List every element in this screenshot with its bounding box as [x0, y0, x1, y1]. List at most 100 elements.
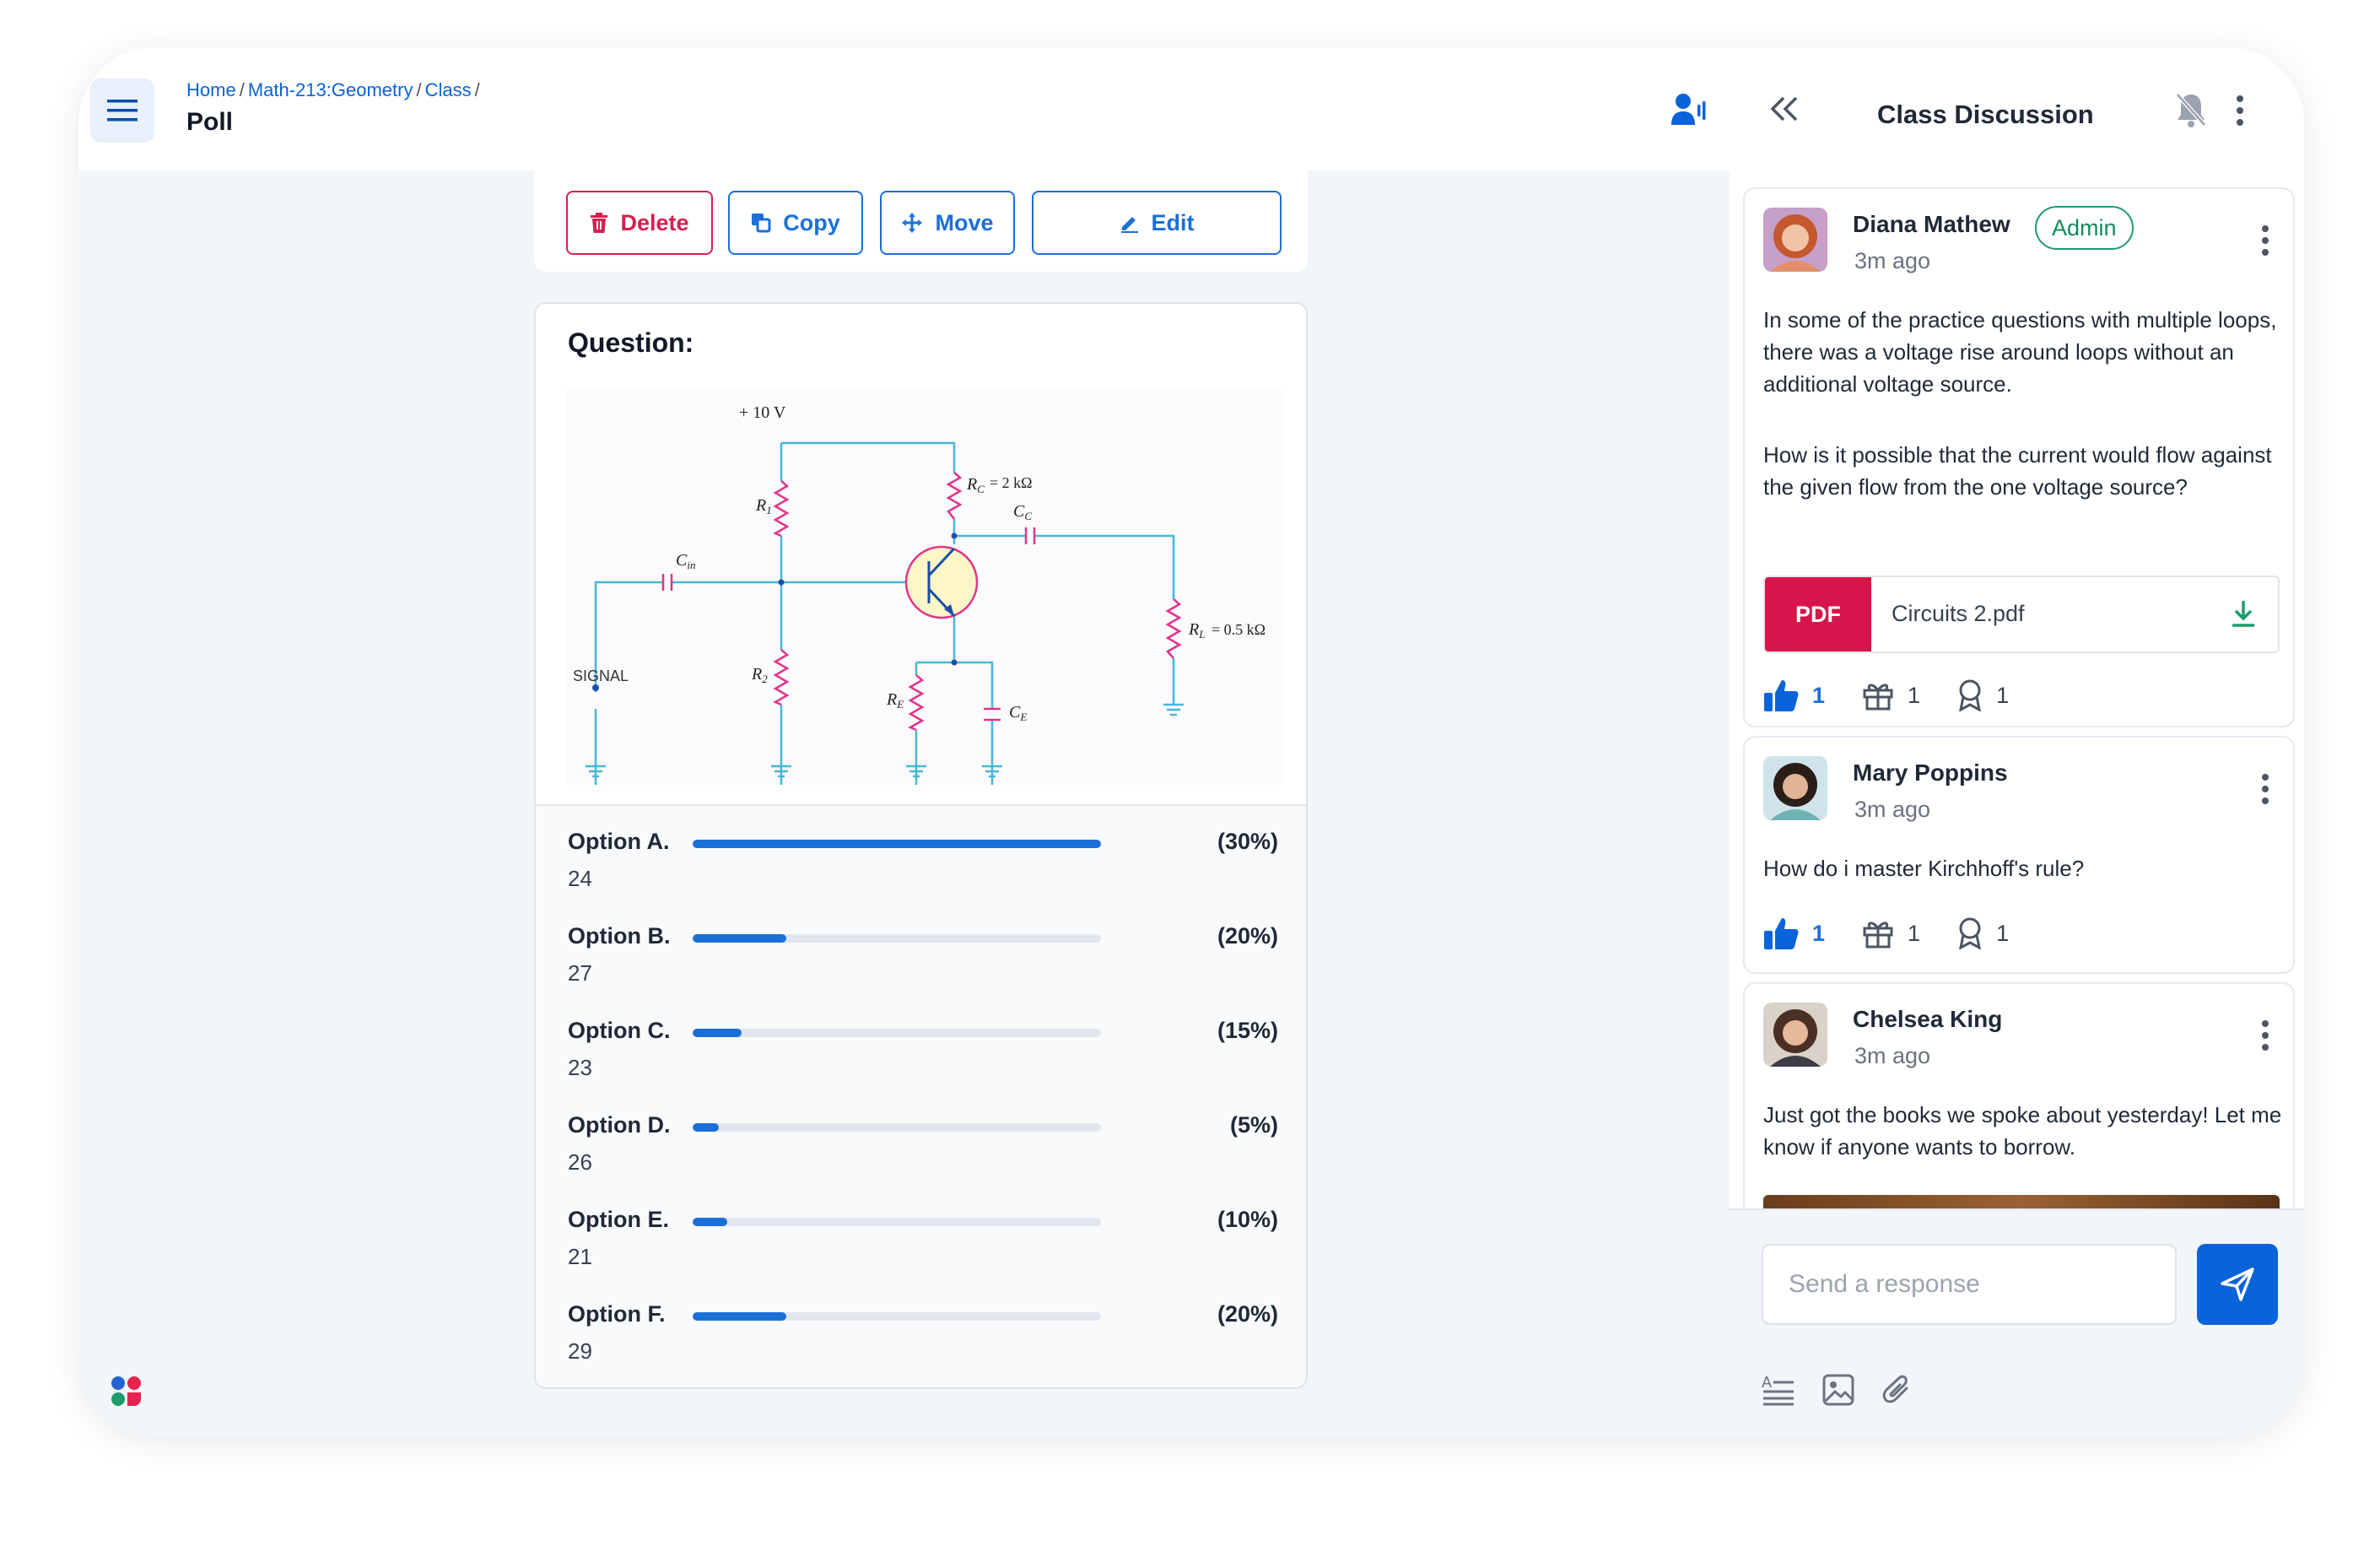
post-more-icon[interactable]: [2261, 1019, 2269, 1051]
like-count: 1: [1812, 920, 1826, 946]
discussion-header: Class Discussion: [1730, 47, 2304, 170]
more-options-icon[interactable]: [2236, 95, 2244, 127]
pencil-icon: [1120, 217, 1138, 233]
gift-button[interactable]: 1: [1862, 918, 1920, 949]
post-author[interactable]: Diana Mathew: [1853, 211, 2010, 238]
poll-option[interactable]: Option F. (20%) 29: [568, 1301, 1278, 1386]
award-button[interactable]: 1: [1957, 917, 2009, 949]
breadcrumb-separator: /: [474, 79, 480, 100]
poll-option[interactable]: Option D. (5%) 26: [568, 1112, 1278, 1197]
delete-button[interactable]: Delete: [566, 191, 713, 255]
svg-text:A: A: [1762, 1374, 1772, 1391]
delete-label: Delete: [620, 209, 689, 235]
option-progress-fill: [693, 1312, 787, 1321]
app-logo: [111, 1376, 141, 1406]
copy-label: Copy: [783, 209, 840, 235]
post-text: How is it possible that the current woul…: [1763, 442, 2272, 500]
send-button[interactable]: [2197, 1244, 2278, 1325]
copy-icon: [752, 214, 771, 233]
breadcrumb-separator: /: [416, 79, 422, 100]
post-time: 3m ago: [1854, 248, 1931, 273]
bell-off-icon[interactable]: [2174, 91, 2208, 128]
edit-button[interactable]: Edit: [1032, 191, 1282, 255]
option-label: Option E.: [568, 1207, 669, 1232]
post-more-icon[interactable]: [2261, 773, 2269, 805]
option-label: Option F.: [568, 1301, 666, 1327]
menu-button[interactable]: [90, 78, 154, 143]
poll-option[interactable]: Option C. (15%) 23: [568, 1018, 1278, 1102]
breadcrumb-separator: /: [239, 79, 245, 100]
award-button[interactable]: 1: [1957, 679, 2009, 711]
avatar[interactable]: [1763, 756, 1827, 820]
participants-button[interactable]: [1671, 93, 1708, 131]
download-icon[interactable]: [2231, 599, 2256, 628]
app-frame: Home / Math-213:Geometry / Class / Poll Del…: [78, 47, 2304, 1436]
gift-button[interactable]: 1: [1862, 680, 1920, 711]
option-percent: (20%): [1217, 1301, 1278, 1327]
option-progress-fill: [693, 1218, 728, 1226]
reply-composer: A: [1730, 1208, 2304, 1436]
option-count: 23: [568, 1055, 592, 1080]
question-label: Question:: [568, 327, 694, 358]
post-author[interactable]: Mary Poppins: [1853, 759, 2008, 787]
avatar[interactable]: [1763, 208, 1827, 272]
post-more-icon[interactable]: [2261, 224, 2269, 257]
thumbs-up-icon: [1764, 918, 1799, 949]
admin-badge: Admin: [2035, 206, 2134, 250]
option-progress-fill: [693, 1029, 742, 1037]
breadcrumb-class[interactable]: Class: [425, 79, 472, 101]
option-progress-track: [693, 1312, 1101, 1321]
breadcrumb-home[interactable]: Home: [186, 79, 236, 101]
post-text: How do i master Kirchhoff's rule?: [1763, 856, 2085, 881]
signal-label: SIGNAL: [573, 668, 629, 684]
gift-count: 1: [1908, 682, 1921, 708]
poll-option[interactable]: Option A. (30%) 24: [568, 829, 1278, 913]
poll-option[interactable]: Option E. (10%) 21: [568, 1207, 1278, 1291]
paperclip-icon[interactable]: [1881, 1374, 1913, 1406]
pdf-attachment[interactable]: PDF Circuits 2.pdf: [1763, 576, 2280, 653]
post-reactions: 1 1 1: [1763, 678, 2046, 712]
double-chevron-left-icon[interactable]: [1770, 96, 1799, 122]
option-percent: (10%): [1217, 1207, 1278, 1232]
option-percent: (20%): [1217, 923, 1278, 949]
hamburger-icon: [107, 100, 138, 122]
like-count: 1: [1812, 682, 1826, 708]
discussion-panel: Class Discussion Diana Mathew Admin 3m a…: [1730, 47, 2304, 1436]
option-label: Option A.: [568, 829, 670, 854]
thumbs-up-icon: [1764, 680, 1799, 711]
move-label: Move: [935, 209, 994, 235]
option-progress-track: [693, 840, 1101, 848]
post-text: Just got the books we spoke about yester…: [1763, 1102, 2282, 1160]
text-format-icon[interactable]: A: [1762, 1374, 1795, 1406]
move-icon: [902, 213, 923, 233]
post-author[interactable]: Chelsea King: [1853, 1006, 2002, 1033]
breadcrumb-course[interactable]: Math-213:Geometry: [248, 79, 413, 101]
poll-option[interactable]: Option B. (20%) 27: [568, 923, 1278, 1008]
image-icon[interactable]: [1822, 1374, 1854, 1406]
award-icon: [1959, 679, 1981, 711]
gift-icon: [1863, 684, 1893, 711]
pdf-badge: PDF: [1765, 577, 1871, 651]
gift-count: 1: [1908, 920, 1921, 946]
send-icon: [2221, 1268, 2254, 1301]
option-count: 29: [568, 1338, 592, 1364]
option-percent: (30%): [1217, 829, 1278, 854]
option-count: 26: [568, 1149, 592, 1175]
discussion-title: Class Discussion: [1877, 100, 2094, 129]
rc-label: = 2 kΩ: [990, 474, 1033, 491]
award-count: 1: [1996, 682, 2010, 708]
avatar[interactable]: [1763, 1003, 1827, 1067]
option-progress-track: [693, 1123, 1101, 1132]
like-button[interactable]: 1: [1763, 678, 1825, 712]
top-header: Home / Math-213:Geometry / Class / Poll: [78, 47, 1732, 170]
reply-input[interactable]: [1762, 1244, 2177, 1325]
option-count: 27: [568, 960, 592, 986]
move-button[interactable]: Move: [880, 191, 1015, 255]
option-label: Option B.: [568, 923, 671, 949]
post-time: 3m ago: [1854, 797, 1931, 822]
copy-button[interactable]: Copy: [728, 191, 863, 255]
option-progress-track: [693, 934, 1101, 943]
post-time: 3m ago: [1854, 1043, 1931, 1068]
discussion-post: Mary Poppins 3m ago How do i master Kirc…: [1743, 736, 2295, 974]
like-button[interactable]: 1: [1763, 916, 1825, 950]
